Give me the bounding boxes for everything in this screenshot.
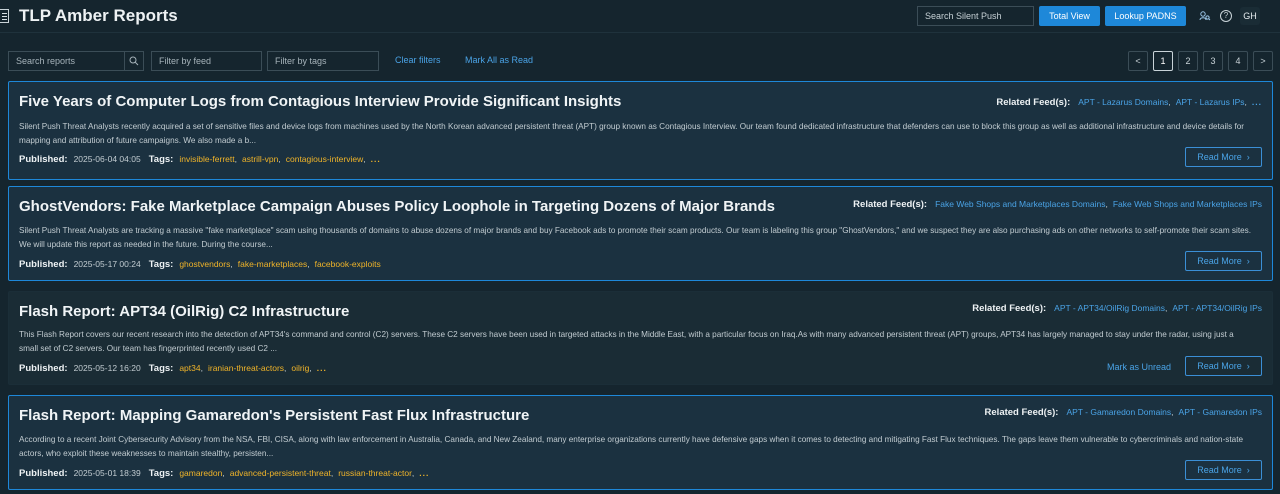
published-label: Published: <box>19 468 68 479</box>
report-meta: Published: 2025-05-17 00:24 Tags: ghostv… <box>19 259 381 270</box>
user-search-icon[interactable] <box>1199 10 1211 22</box>
report-card[interactable]: Flash Report: APT34 (OilRig) C2 Infrastr… <box>8 291 1273 385</box>
tags-filter-input[interactable]: Filter by tags <box>267 51 379 71</box>
tag[interactable]: fake-marketplaces <box>238 259 307 269</box>
tags-label: Tags: <box>148 363 174 374</box>
help-icon[interactable]: ? <box>1220 10 1232 22</box>
page-button-1[interactable]: 1 <box>1153 51 1173 71</box>
report-title[interactable]: Five Years of Computer Logs from Contagi… <box>19 93 621 110</box>
top-bar: TLP Amber Reports Search Silent Push Tot… <box>0 0 1280 33</box>
report-meta: Published: 2025-05-12 16:20 Tags: apt34,… <box>19 363 327 374</box>
published-date: 2025-05-01 18:39 <box>73 468 141 478</box>
tag[interactable]: gamaredon <box>179 468 222 478</box>
search-icon[interactable] <box>124 51 144 71</box>
tags-label: Tags: <box>148 259 174 270</box>
read-more-button[interactable]: Read More › <box>1185 460 1262 480</box>
feed-link[interactable]: APT - APT34/OilRig IPs <box>1172 303 1262 313</box>
tag[interactable]: advanced-persistent-threat <box>230 468 331 478</box>
published-date: 2025-05-17 00:24 <box>73 259 141 269</box>
report-meta: Published: 2025-06-04 04:05 Tags: invisi… <box>19 154 381 165</box>
tag[interactable]: ghostvendors <box>179 259 230 269</box>
page-button-4[interactable]: 4 <box>1228 51 1248 71</box>
feed-link[interactable]: APT - APT34/OilRig Domains <box>1054 303 1165 313</box>
feed-link[interactable]: APT - Gamaredon Domains <box>1066 407 1171 417</box>
mark-all-read-button[interactable]: Mark All as Read <box>465 55 533 65</box>
report-card[interactable]: Five Years of Computer Logs from Contagi… <box>8 81 1273 180</box>
tag[interactable]: invisible-ferrett <box>179 154 234 164</box>
feed-link[interactable]: APT - Lazarus Domains <box>1078 97 1168 107</box>
more-tags[interactable]: ... <box>317 363 327 373</box>
report-description: According to a recent Joint Cybersecurit… <box>19 435 1244 458</box>
feed-link[interactable]: APT - Lazarus IPs <box>1176 97 1245 107</box>
report-meta: Published: 2025-05-01 18:39 Tags: gamare… <box>19 468 430 479</box>
more-tags[interactable]: ... <box>419 468 429 478</box>
related-feeds: Related Feed(s): Fake Web Shops and Mark… <box>853 199 1262 210</box>
lookup-padns-button[interactable]: Lookup PADNS <box>1105 6 1186 26</box>
tag[interactable]: russian-threat-actor <box>338 468 412 478</box>
global-search-input[interactable]: Search Silent Push <box>917 6 1034 26</box>
tags-label: Tags: <box>148 154 174 165</box>
tag[interactable]: facebook-exploits <box>315 259 381 269</box>
report-title[interactable]: Flash Report: APT34 (OilRig) C2 Infrastr… <box>19 303 349 320</box>
tag[interactable]: contagious-interview <box>286 154 363 164</box>
read-more-button[interactable]: Read More › <box>1185 356 1262 376</box>
page-button-3[interactable]: 3 <box>1203 51 1223 71</box>
report-card[interactable]: GhostVendors: Fake Marketplace Campaign … <box>8 186 1273 281</box>
mark-unread-button[interactable]: Mark as Unread <box>1107 362 1171 372</box>
feed-link[interactable]: Fake Web Shops and Marketplaces IPs <box>1113 199 1262 209</box>
report-description: Silent Push Threat Analysts recently acq… <box>19 122 1245 145</box>
tag[interactable]: oilrig <box>291 363 309 373</box>
related-feeds-label: Related Feed(s): <box>996 97 1071 108</box>
feed-filter-input[interactable]: Filter by feed <box>151 51 262 71</box>
page-button-2[interactable]: 2 <box>1178 51 1198 71</box>
more-tags[interactable]: ... <box>371 154 381 164</box>
prev-page-button[interactable]: < <box>1128 51 1148 71</box>
more-feeds[interactable]: ... <box>1252 97 1262 107</box>
report-title[interactable]: Flash Report: Mapping Gamaredon's Persis… <box>19 407 529 424</box>
related-feeds-label: Related Feed(s): <box>984 407 1059 418</box>
related-feeds-label: Related Feed(s): <box>972 303 1047 314</box>
tag[interactable]: apt34 <box>179 363 200 373</box>
published-date: 2025-05-12 16:20 <box>73 363 141 373</box>
total-view-button[interactable]: Total View <box>1039 6 1100 26</box>
feed-link[interactable]: Fake Web Shops and Marketplaces Domains <box>935 199 1105 209</box>
report-title[interactable]: GhostVendors: Fake Marketplace Campaign … <box>19 198 775 215</box>
tag[interactable]: iranian-threat-actors <box>208 363 284 373</box>
report-description: This Flash Report covers our recent rese… <box>19 330 1234 353</box>
clear-filters-button[interactable]: Clear filters <box>395 55 441 65</box>
published-label: Published: <box>19 154 68 165</box>
related-feeds: Related Feed(s): APT - Lazarus Domains, … <box>996 97 1262 108</box>
tags-label: Tags: <box>148 468 174 479</box>
published-date: 2025-06-04 04:05 <box>73 154 141 164</box>
report-description: Silent Push Threat Analysts are tracking… <box>19 226 1252 249</box>
next-page-button[interactable]: > <box>1253 51 1273 71</box>
search-reports-input[interactable]: Search reports <box>8 51 125 71</box>
published-label: Published: <box>19 259 68 270</box>
related-feeds: Related Feed(s): APT - Gamaredon Domains… <box>984 407 1262 418</box>
read-more-button[interactable]: Read More › <box>1185 251 1262 271</box>
read-more-button[interactable]: Read More › <box>1185 147 1262 167</box>
avatar[interactable]: GH <box>1240 7 1260 25</box>
related-feeds-label: Related Feed(s): <box>853 199 928 210</box>
menu-icon[interactable] <box>0 9 9 23</box>
published-label: Published: <box>19 363 68 374</box>
feed-link[interactable]: APT - Gamaredon IPs <box>1179 407 1262 417</box>
related-feeds: Related Feed(s): APT - APT34/OilRig Doma… <box>972 303 1262 314</box>
page-title: TLP Amber Reports <box>19 6 178 25</box>
tag[interactable]: astrill-vpn <box>242 154 278 164</box>
report-card[interactable]: Flash Report: Mapping Gamaredon's Persis… <box>8 395 1273 490</box>
